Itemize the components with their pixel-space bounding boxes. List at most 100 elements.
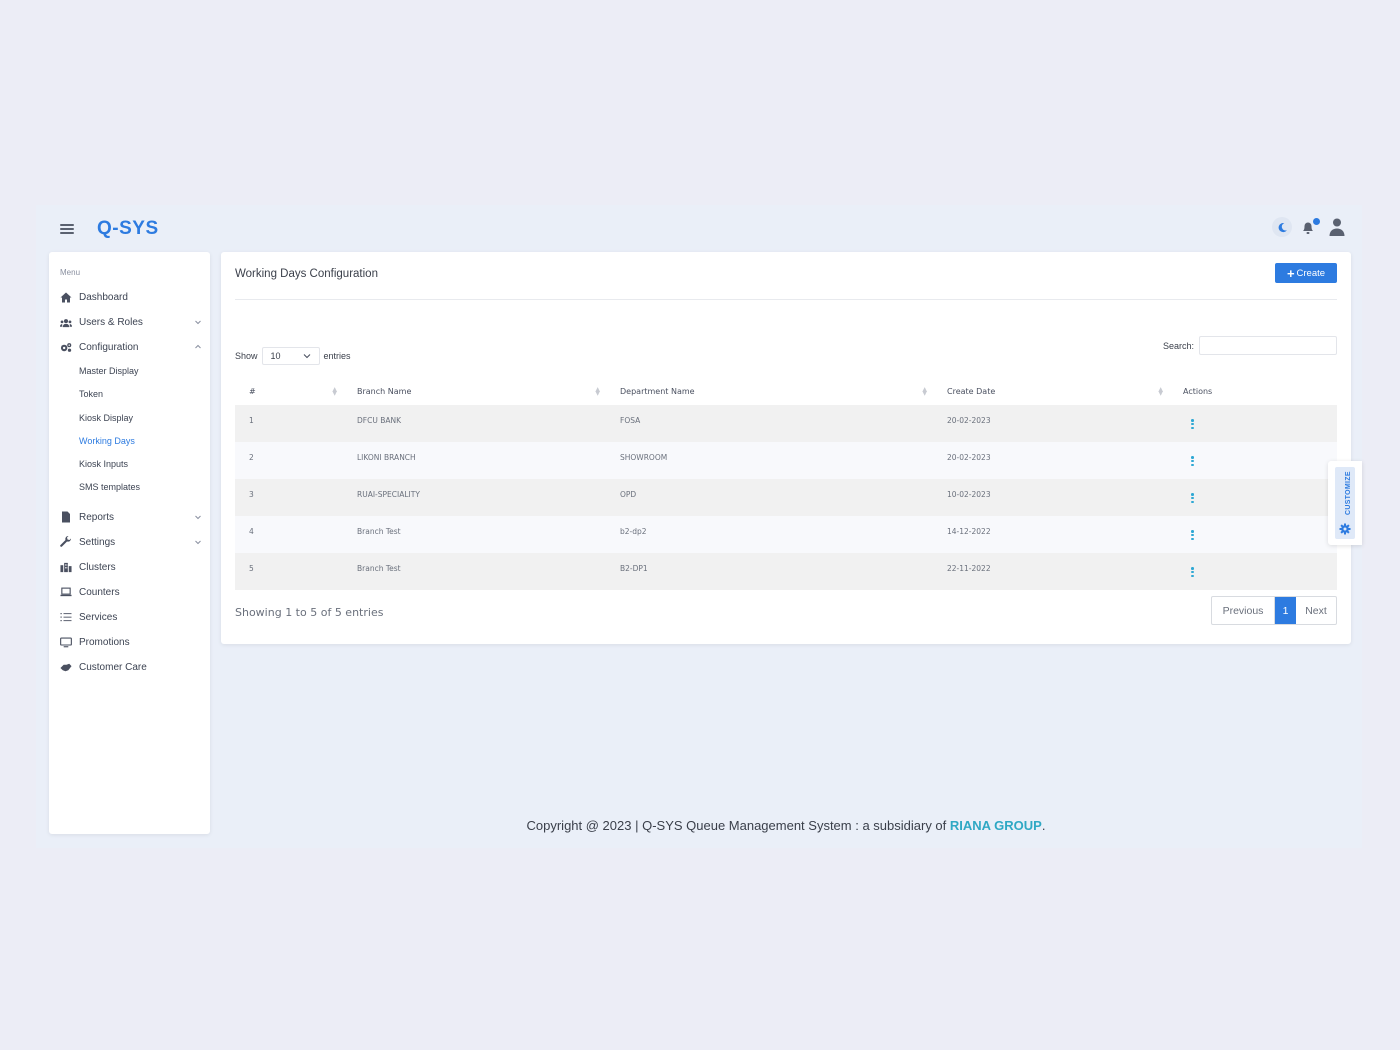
sidebar-subitem-token[interactable]: Token xyxy=(49,383,210,406)
menu-icon[interactable] xyxy=(60,224,74,234)
sidebar-item-users-roles[interactable]: Users & Roles xyxy=(49,310,210,335)
cell-create-date: 20-02-2023 xyxy=(931,442,1167,479)
sidebar-item-label: Counters xyxy=(79,586,120,598)
table-header-row: # ▲ ▼ Branch Name ▲ ▼ Department Name ▲ ▼ Crea… xyxy=(235,378,1337,405)
list-icon xyxy=(60,611,72,623)
laptop-icon xyxy=(60,586,72,598)
cell-actions xyxy=(1167,553,1337,590)
create-button[interactable]: + Create xyxy=(1275,263,1337,283)
footer-suffix: . xyxy=(1041,818,1046,833)
cell-actions xyxy=(1167,479,1337,516)
more-vertical-icon[interactable] xyxy=(1191,567,1194,578)
more-vertical-icon[interactable] xyxy=(1191,419,1194,430)
file-icon xyxy=(60,511,72,523)
sidebar-item-label: Promotions xyxy=(79,636,130,648)
previous-page-button[interactable]: Previous xyxy=(1212,597,1275,624)
sort-icon: ▲ ▼ xyxy=(595,386,600,397)
notification-badge xyxy=(1313,218,1320,225)
riana-group-link[interactable]: RIANA GROUP xyxy=(950,818,1042,833)
sidebar-subitem-master-display[interactable]: Master Display xyxy=(49,360,210,383)
handshake-icon xyxy=(60,661,72,673)
sidebar-subitem-kiosk-inputs[interactable]: Kiosk Inputs xyxy=(49,453,210,476)
entries-label: entries xyxy=(323,351,351,361)
brand-logo[interactable]: Q-SYS xyxy=(97,218,159,240)
cell-create-date: 22-11-2022 xyxy=(931,553,1167,590)
more-vertical-icon[interactable] xyxy=(1191,530,1194,541)
cell-actions xyxy=(1167,516,1337,553)
users-icon xyxy=(60,317,72,329)
cell-number: 2 xyxy=(235,442,341,479)
search-input[interactable] xyxy=(1199,336,1337,355)
customize-tab[interactable]: CUSTOMIZE xyxy=(1328,461,1362,545)
column-header-create-date[interactable]: Create Date ▲ ▼ xyxy=(931,378,1167,405)
column-header-department[interactable]: Department Name ▲ ▼ xyxy=(604,378,931,405)
chevron-down-icon xyxy=(195,320,201,325)
sidebar-item-label: Clusters xyxy=(79,561,116,573)
table-row: 5 Branch Test B2-DP1 22-11-2022 xyxy=(235,553,1337,590)
chevron-down-icon xyxy=(195,515,201,519)
page-1-button[interactable]: 1 xyxy=(1275,597,1296,624)
chevron-up-icon xyxy=(195,344,201,349)
customize-label: CUSTOMIZE xyxy=(1345,471,1352,515)
sidebar-item-clusters[interactable]: Clusters xyxy=(49,555,210,580)
cogs-icon xyxy=(60,342,72,354)
page-length-control: Show 10 entries xyxy=(235,347,351,365)
cell-department: OPD xyxy=(604,479,931,516)
footer: Copyright @ 2023 | Q-SYS Queue Managemen… xyxy=(0,818,1400,833)
cell-branch: Branch Test xyxy=(341,516,604,553)
sidebar-item-reports[interactable]: Reports xyxy=(49,505,210,530)
chevron-down-icon xyxy=(303,354,310,359)
cell-department: B2-DP1 xyxy=(604,553,931,590)
cell-number: 5 xyxy=(235,553,341,590)
wrench-icon xyxy=(60,536,72,548)
sidebar-item-label: Services xyxy=(79,611,118,623)
more-vertical-icon[interactable] xyxy=(1191,493,1194,504)
cell-create-date: 20-02-2023 xyxy=(931,405,1167,442)
cell-department: b2-dp2 xyxy=(604,516,931,553)
table-row: 4 Branch Test b2-dp2 14-12-2022 xyxy=(235,516,1337,553)
app-shell: Q-SYS Menu Dashboard Users & Roles Confi… xyxy=(36,205,1362,848)
sidebar-subitem-sms-templates[interactable]: SMS templates xyxy=(49,476,210,499)
cell-actions xyxy=(1167,442,1337,479)
home-icon xyxy=(60,292,72,304)
sidebar-item-settings[interactable]: Settings xyxy=(49,530,210,555)
menu-label: Menu xyxy=(60,268,81,277)
bell-icon[interactable] xyxy=(1300,217,1320,237)
next-page-button[interactable]: Next xyxy=(1296,597,1336,624)
sidebar-item-label: Settings xyxy=(79,536,116,548)
sort-icon: ▲ ▼ xyxy=(332,386,337,397)
cell-branch: DFCU BANK xyxy=(341,405,604,442)
footer-text: Copyright @ 2023 | Q-SYS Queue Managemen… xyxy=(526,818,950,833)
cell-actions xyxy=(1167,405,1337,442)
cell-branch: RUAI-SPECIALITY xyxy=(341,479,604,516)
cell-department: SHOWROOM xyxy=(604,442,931,479)
cell-create-date: 14-12-2022 xyxy=(931,516,1167,553)
search-control: Search: xyxy=(1163,336,1337,355)
column-header-actions: Actions xyxy=(1183,387,1213,396)
user-icon[interactable] xyxy=(1328,217,1348,237)
column-header-branch[interactable]: Branch Name ▲ ▼ xyxy=(341,378,604,405)
working-days-table: # ▲ ▼ Branch Name ▲ ▼ Department Name ▲ ▼ Crea… xyxy=(235,378,1337,590)
sidebar: Menu Dashboard Users & Roles Configurati… xyxy=(49,252,210,834)
top-bar: Q-SYS xyxy=(36,205,1362,251)
sidebar-subitem-working-days[interactable]: Working Days xyxy=(49,430,210,453)
sidebar-item-label: Dashboard xyxy=(79,292,128,303)
column-header-number[interactable]: # ▲ ▼ xyxy=(235,378,341,405)
sidebar-item-customer-care[interactable]: Customer Care xyxy=(49,655,210,680)
sidebar-item-promotions[interactable]: Promotions xyxy=(49,630,210,655)
search-label: Search: xyxy=(1162,340,1194,351)
sidebar-item-dashboard[interactable]: Dashboard xyxy=(49,285,210,310)
sidebar-item-label: Customer Care xyxy=(79,661,147,673)
cell-create-date: 10-02-2023 xyxy=(931,479,1167,516)
sidebar-item-counters[interactable]: Counters xyxy=(49,580,210,605)
sidebar-item-services[interactable]: Services xyxy=(49,605,210,630)
sidebar-item-configuration[interactable]: Configuration xyxy=(49,335,210,360)
sidebar-subitem-kiosk-display[interactable]: Kiosk Display xyxy=(49,407,210,430)
sort-icon: ▲ ▼ xyxy=(1158,386,1163,397)
page-length-select[interactable]: 10 xyxy=(261,347,320,365)
header-divider xyxy=(235,299,1337,300)
moon-icon[interactable] xyxy=(1272,217,1292,237)
gear-icon xyxy=(1339,523,1351,535)
more-vertical-icon[interactable] xyxy=(1191,456,1194,467)
table-row: 1 DFCU BANK FOSA 20-02-2023 xyxy=(235,405,1337,442)
